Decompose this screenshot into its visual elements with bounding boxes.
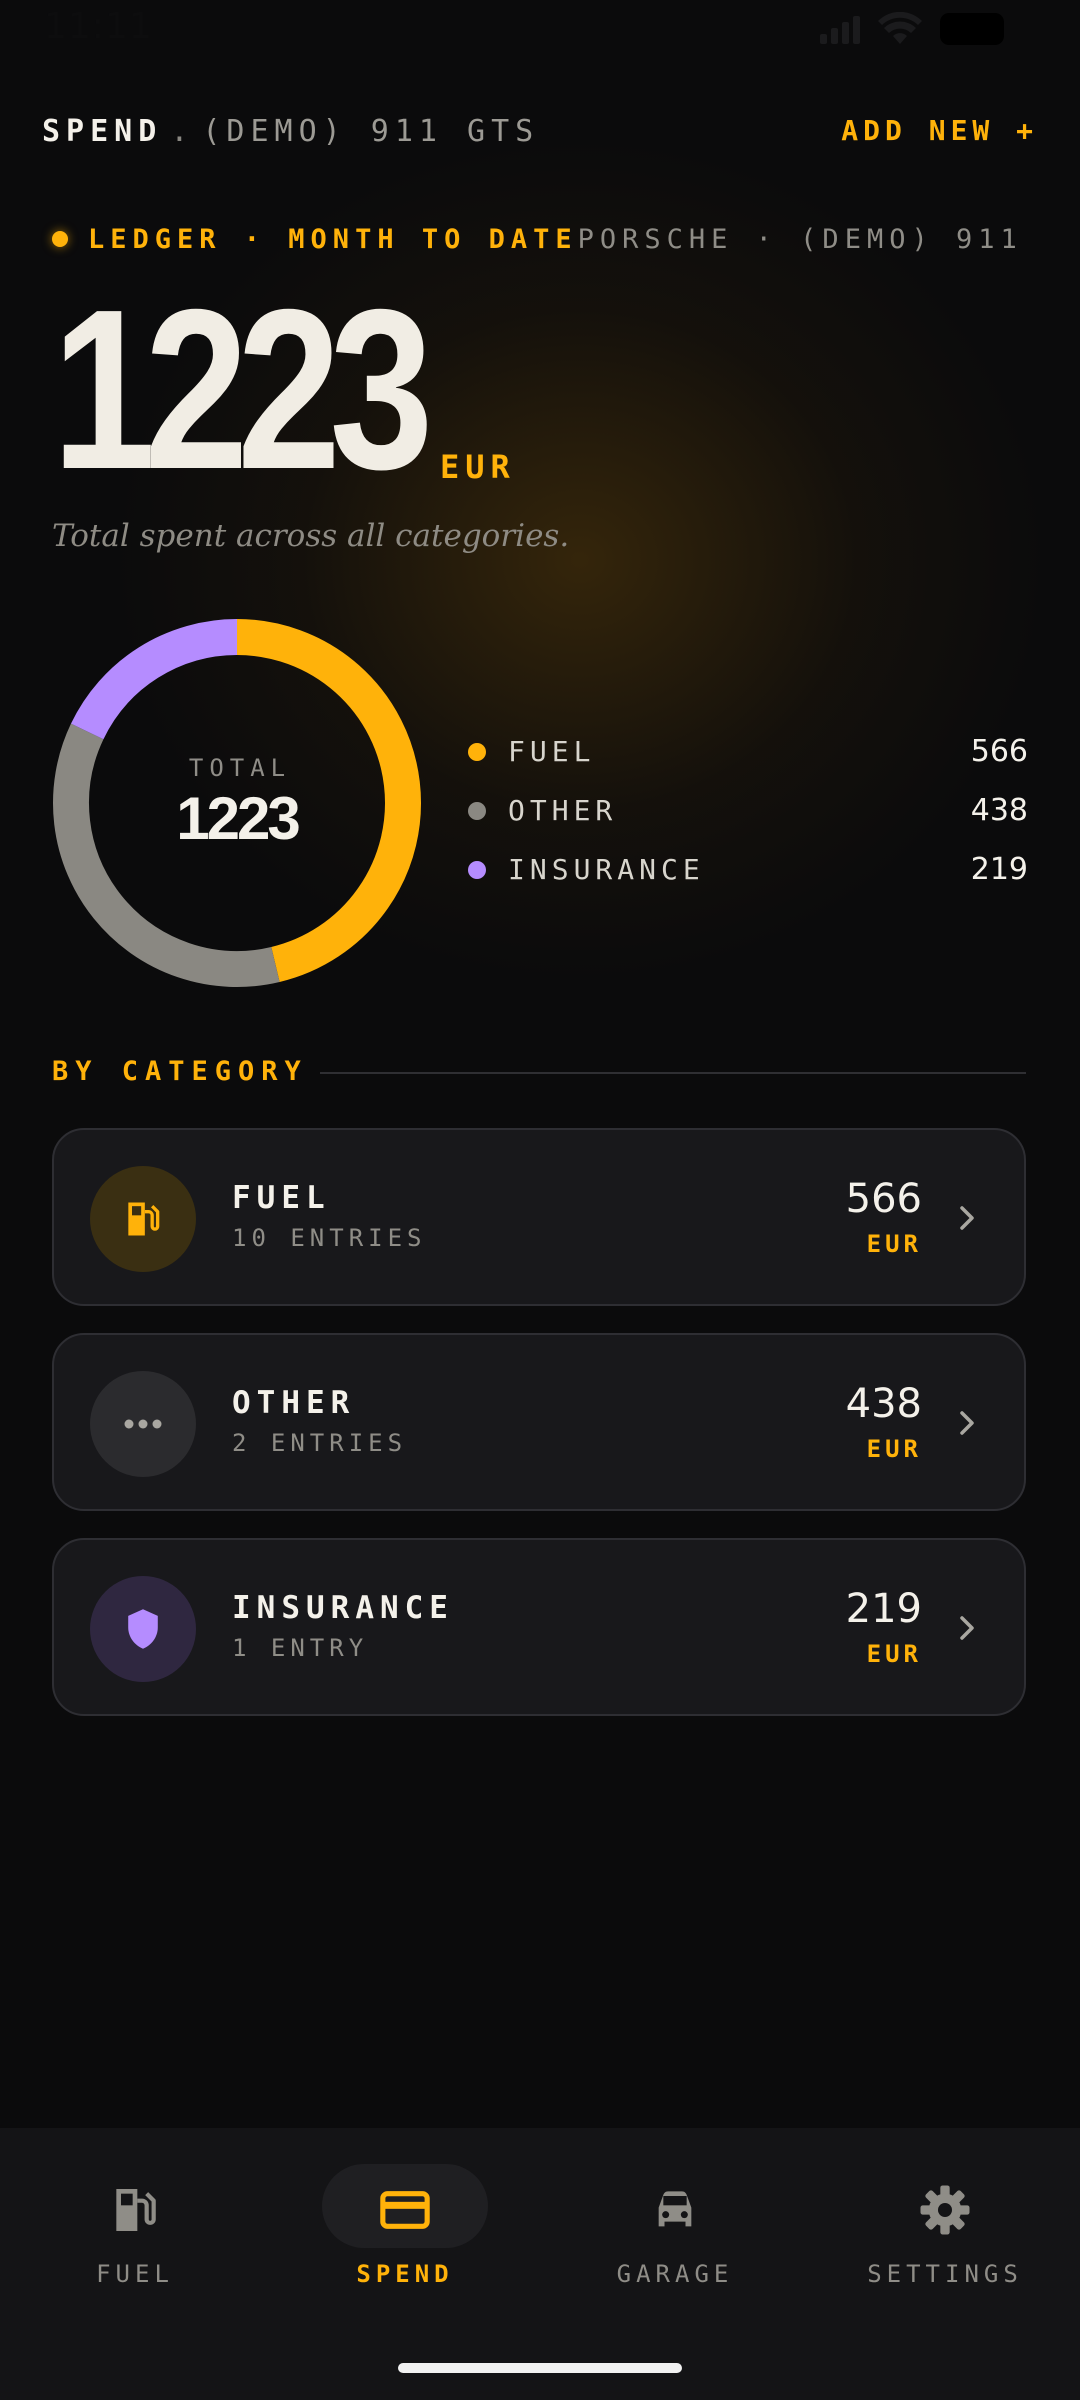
total-amount-value: 1223: [52, 263, 433, 517]
app-header: SPEND. (DEMO) 911 GTS ADD NEW +: [42, 108, 1038, 154]
nav-tab-settings[interactable]: SETTINGS: [810, 2164, 1080, 2314]
legend-dot-insurance: [468, 860, 486, 879]
category-amount: 438: [845, 1381, 922, 1427]
screen-title-label: SPEND: [42, 114, 163, 149]
total-amount-currency: EUR: [440, 448, 516, 486]
car-icon: [658, 2191, 692, 2227]
status-time: 11:11: [44, 6, 153, 47]
fuel-pump-icon: [116, 2189, 156, 2231]
category-currency: EUR: [866, 1640, 922, 1668]
category-name: INSURANCE: [232, 1590, 454, 1626]
category-entry-count: 1 ENTRY: [232, 1634, 369, 1662]
chevron-right-icon: [960, 1206, 974, 1230]
fuel-pump-icon: [128, 1202, 160, 1236]
legend-label: INSURANCE: [508, 853, 705, 886]
credit-card-icon: [380, 2191, 430, 2229]
legend-dot-other: [468, 801, 486, 820]
category-entry-count: 2 ENTRIES: [232, 1429, 408, 1457]
donut-center: TOTAL 1223: [52, 618, 422, 988]
category-amount: 219: [845, 1586, 922, 1632]
nav-tab-spend[interactable]: SPEND: [270, 2164, 540, 2314]
other-icon-badge: [90, 1371, 196, 1477]
nav-tab-garage[interactable]: GARAGE: [540, 2164, 810, 2314]
legend-label: FUEL: [508, 735, 596, 768]
title-separator: .: [170, 114, 195, 149]
add-new-button[interactable]: ADD NEW +: [841, 114, 1038, 147]
legend-item-insurance: INSURANCE 219: [468, 840, 1028, 899]
category-currency: EUR: [866, 1230, 922, 1258]
category-name: FUEL: [232, 1180, 331, 1216]
by-category-heading: BY CATEGORY: [52, 1056, 308, 1087]
chevron-right-icon: [960, 1411, 974, 1435]
category-name: OTHER: [232, 1385, 356, 1421]
legend-item-fuel: FUEL 566: [468, 722, 1028, 781]
category-card-fuel[interactable]: FUEL 10 ENTRIES 566 EUR: [52, 1128, 1026, 1306]
nav-label: FUEL: [96, 2260, 174, 2288]
battery-icon: [940, 13, 1004, 45]
status-bar: 11:11: [0, 0, 1080, 60]
legend-item-other: OTHER 438: [468, 781, 1028, 840]
status-icons: [820, 12, 1004, 46]
legend-label: OTHER: [508, 794, 618, 827]
signal-icon: [820, 14, 860, 44]
fuel-icon-badge: [90, 1166, 196, 1272]
shield-icon: [128, 1609, 158, 1649]
gear-icon: [920, 2185, 970, 2235]
nav-tab-fuel[interactable]: FUEL: [0, 2164, 270, 2314]
category-card-insurance[interactable]: INSURANCE 1 ENTRY 219 EUR: [52, 1538, 1026, 1716]
legend-dot-fuel: [468, 742, 486, 761]
vehicle-name: (DEMO) 911 GTS: [202, 114, 540, 149]
category-currency: EUR: [866, 1435, 922, 1463]
insurance-icon-badge: [90, 1576, 196, 1682]
category-entry-count: 10 ENTRIES: [232, 1224, 427, 1252]
spend-screen: 11:11 SPEND. (DEMO) 911 GTS ADD NEW + LED…: [0, 0, 1080, 2400]
nav-label: GARAGE: [616, 2260, 734, 2288]
screen-title: SPEND. (DEMO) 911 GTS: [42, 114, 539, 149]
total-amount: 1223 EUR: [52, 263, 516, 517]
donut-center-label: TOTAL: [188, 753, 292, 782]
ledger-line: LEDGER · MONTH TO DATE PORSCHE · (DEMO) …: [52, 222, 1023, 256]
chevron-right-icon: [960, 1616, 974, 1640]
category-amount: 566: [845, 1176, 922, 1222]
chart-legend: FUEL 566 OTHER 438 INSURANCE 219: [468, 722, 1028, 899]
nav-label: SETTINGS: [867, 2260, 1023, 2288]
section-divider: [320, 1072, 1026, 1074]
home-indicator[interactable]: [398, 2363, 682, 2373]
category-card-other[interactable]: OTHER 2 ENTRIES 438 EUR: [52, 1333, 1026, 1511]
more-dots-icon: [124, 1419, 162, 1429]
wifi-icon: [878, 12, 922, 44]
total-subtitle: Total spent across all categories.: [52, 518, 570, 554]
donut-center-value: 1223: [176, 784, 300, 852]
ledger-indicator-dot: [52, 231, 68, 247]
ledger-vehicle-label: PORSCHE · (DEMO) 911: [577, 223, 1023, 255]
bottom-navigation: FUEL SPEND GARAGE SETTINGS: [0, 2128, 1080, 2400]
legend-value: 438: [970, 793, 1028, 828]
legend-value: 219: [970, 852, 1028, 887]
legend-value: 566: [970, 734, 1028, 769]
nav-label: SPEND: [356, 2260, 454, 2288]
ledger-period-label: LEDGER · MONTH TO DATE: [88, 223, 578, 255]
spend-donut-chart: TOTAL 1223: [52, 618, 422, 988]
